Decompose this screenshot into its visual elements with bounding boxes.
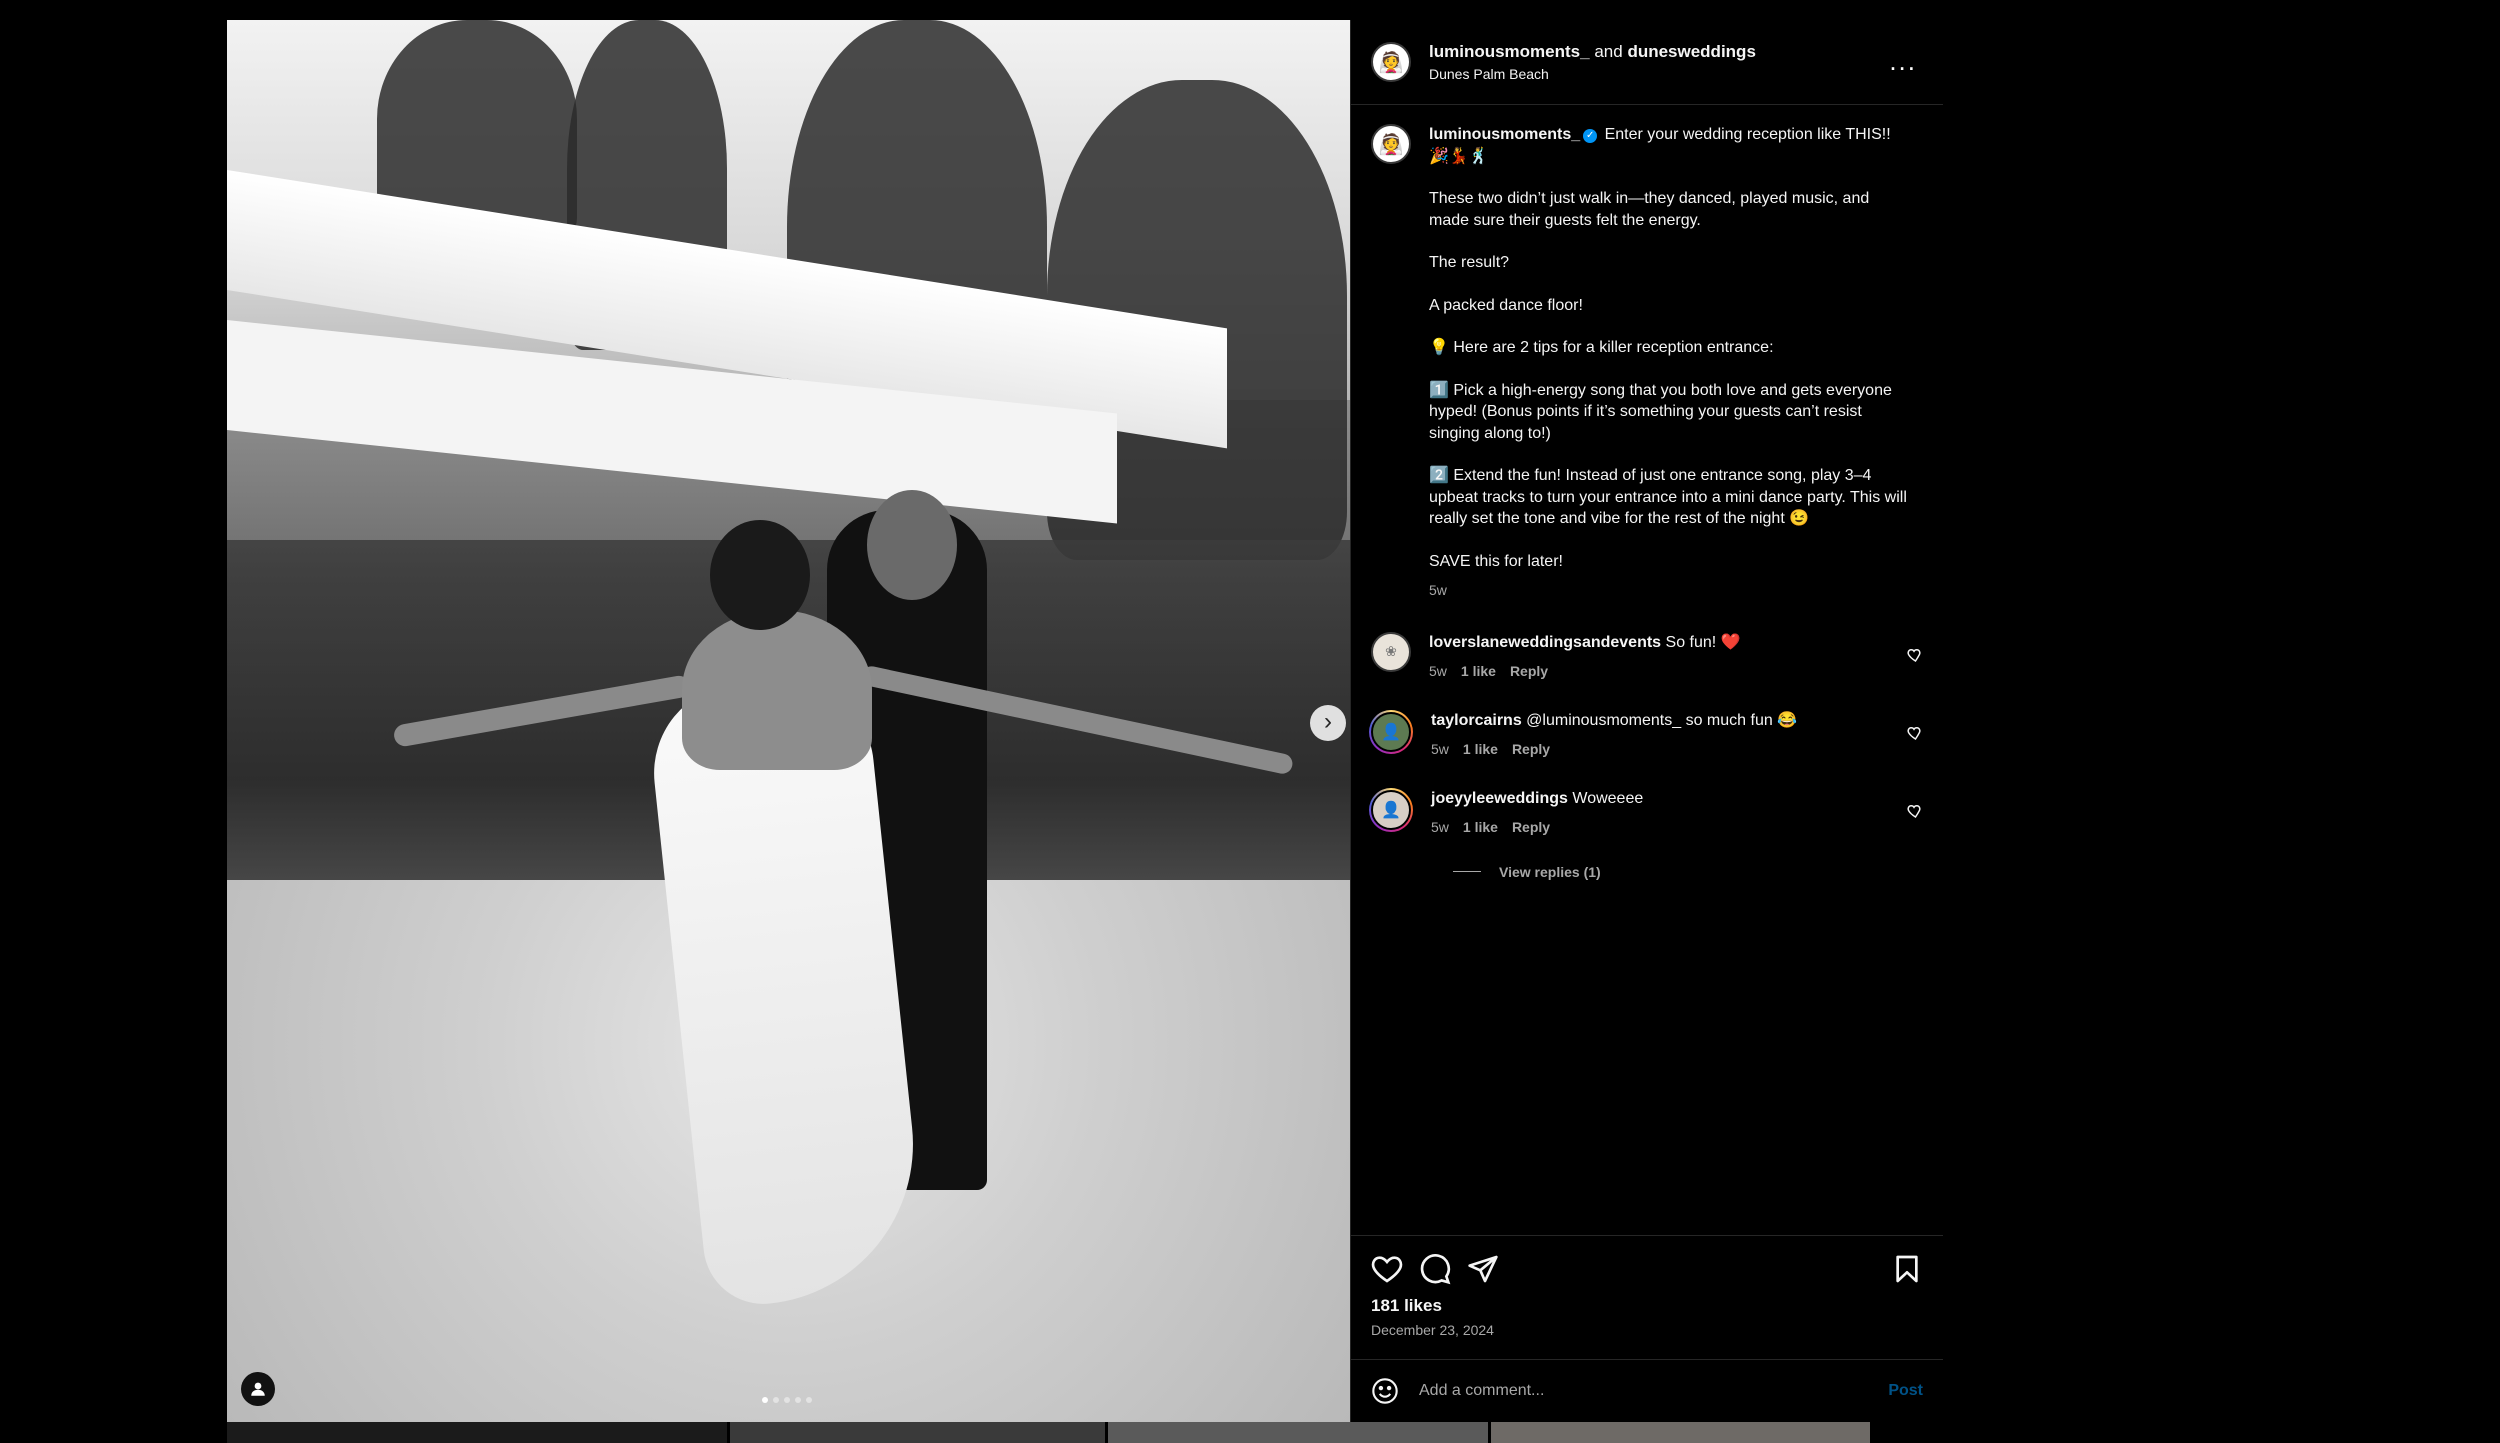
- caption-body: luminousmoments_ ✓ Enter your wedding rec…: [1429, 124, 1909, 602]
- commenter-username[interactable]: taylorcairns: [1431, 712, 1522, 729]
- comment-reply-button[interactable]: Reply: [1510, 661, 1548, 682]
- comment-text: @luminousmoments_ so much fun 😂: [1526, 711, 1798, 729]
- verified-icon: ✓: [1583, 129, 1598, 143]
- caption-author-avatar[interactable]: 👰: [1371, 124, 1411, 164]
- caption-author-username[interactable]: luminousmoments_: [1429, 126, 1580, 143]
- grid-thumbnail[interactable]: [1491, 1422, 1870, 1443]
- caption-paragraph: 💡 Here are 2 tips for a killer reception…: [1429, 339, 1774, 356]
- comment-text: So fun! ❤️: [1665, 633, 1741, 651]
- like-count[interactable]: 181 likes: [1371, 1296, 1923, 1316]
- comment-meta: 5w 1 like Reply: [1431, 739, 1797, 760]
- post-details-panel: 👰 luminousmoments_ and dunesweddings Dun…: [1350, 20, 1943, 1422]
- comment-age[interactable]: 5w: [1431, 739, 1449, 760]
- commenter-username[interactable]: joeyyleeweddings: [1431, 790, 1568, 807]
- carousel-dot: [806, 1397, 812, 1403]
- comment-likes[interactable]: 1 like: [1463, 739, 1498, 760]
- caption-paragraph: The result?: [1429, 254, 1510, 271]
- comment-like-icon[interactable]: [1905, 724, 1923, 742]
- comment-item: ❀ loverslaneweddingsandevents So fun! ❤️…: [1371, 631, 1923, 682]
- carousel-indicator: [762, 1397, 812, 1403]
- header-authors: luminousmoments_ and dunesweddings: [1429, 42, 1756, 62]
- carousel-dot: [773, 1397, 779, 1403]
- comment-body: taylorcairns @luminousmoments_ so much f…: [1431, 710, 1797, 760]
- header-text: luminousmoments_ and dunesweddings Dunes…: [1429, 42, 1756, 82]
- comment-body: loverslaneweddingsandevents So fun! ❤️ 5…: [1429, 632, 1741, 682]
- caption: 👰 luminousmoments_ ✓ Enter your wedding r…: [1371, 124, 1923, 602]
- comments-scroll-area[interactable]: 👰 luminousmoments_ ✓ Enter your wedding r…: [1351, 106, 1943, 1234]
- grid-thumbnail[interactable]: [730, 1422, 1105, 1443]
- comment-likes[interactable]: 1 like: [1461, 661, 1496, 682]
- comment-meta: 5w 1 like Reply: [1431, 817, 1643, 838]
- comment-input[interactable]: [1419, 1382, 1889, 1400]
- comment-age[interactable]: 5w: [1429, 661, 1447, 682]
- add-comment-bar: Post: [1351, 1359, 1943, 1422]
- header-joiner: and: [1594, 42, 1623, 61]
- post-media[interactable]: ›: [227, 20, 1350, 1422]
- bookmark-icon[interactable]: [1891, 1253, 1923, 1285]
- comment-item: 👤 taylorcairns @luminousmoments_ so much…: [1369, 709, 1923, 760]
- caption-paragraph: 1️⃣ Pick a high-energy song that you bot…: [1429, 381, 1892, 442]
- commenter-avatar[interactable]: 👤: [1371, 789, 1411, 830]
- carousel-dot: [784, 1397, 790, 1403]
- caption-paragraph: SAVE this for later!: [1429, 552, 1563, 570]
- carousel-dot: [762, 1397, 768, 1403]
- comment-likes[interactable]: 1 like: [1463, 817, 1498, 838]
- comment-reply-button[interactable]: Reply: [1512, 817, 1550, 838]
- comment-like-icon[interactable]: [1905, 646, 1923, 664]
- commenter-username[interactable]: loverslaneweddingsandevents: [1429, 634, 1661, 651]
- photo-bride-head: [710, 520, 810, 630]
- comment-item: 👤 joeyyleeweddings Woweeee 5w 1 like Rep…: [1369, 787, 1923, 838]
- post-date[interactable]: December 23, 2024: [1371, 1322, 1923, 1338]
- commenter-avatar[interactable]: ❀: [1371, 631, 1411, 672]
- grid-thumbnail[interactable]: [1108, 1422, 1488, 1443]
- share-icon[interactable]: [1467, 1253, 1499, 1285]
- author-username[interactable]: luminousmoments_: [1429, 42, 1590, 61]
- caption-first-line: luminousmoments_ ✓ Enter your wedding rec…: [1429, 124, 1909, 167]
- caption-paragraph: These two didn’t just walk in—they dance…: [1429, 190, 1870, 229]
- tagged-users-button[interactable]: [241, 1372, 275, 1406]
- caption-paragraph: 2️⃣ Extend the fun! Instead of just one …: [1429, 467, 1907, 527]
- comment-body: joeyyleeweddings Woweeee 5w 1 like Reply: [1431, 788, 1643, 838]
- story-ring[interactable]: 👤: [1369, 709, 1413, 754]
- heart-icon[interactable]: [1371, 1253, 1403, 1285]
- emoji-icon[interactable]: [1371, 1377, 1399, 1405]
- user-tag-icon: [251, 1382, 265, 1396]
- post-comment-button[interactable]: Post: [1888, 1382, 1923, 1400]
- more-icon: ...: [1889, 46, 1917, 76]
- post-actions: 181 likes December 23, 2024: [1351, 1235, 1943, 1375]
- more-options-button[interactable]: ...: [1889, 46, 1917, 77]
- comment-age[interactable]: 5w: [1431, 817, 1449, 838]
- commenter-avatar[interactable]: 👤: [1371, 711, 1411, 752]
- chevron-right-icon: ›: [1324, 708, 1332, 735]
- collaborator-username[interactable]: dunesweddings: [1627, 42, 1755, 61]
- comment-like-icon[interactable]: [1905, 802, 1923, 820]
- comment-reply-button[interactable]: Reply: [1512, 739, 1550, 760]
- action-icons: [1371, 1252, 1923, 1286]
- carousel-next-button[interactable]: ›: [1310, 705, 1346, 741]
- photo-bride-back: [682, 610, 872, 770]
- comment-meta: 5w 1 like Reply: [1429, 661, 1741, 682]
- post-location[interactable]: Dunes Palm Beach: [1429, 66, 1756, 82]
- grid-thumbnail[interactable]: [227, 1422, 727, 1443]
- post-header: 👰 luminousmoments_ and dunesweddings Dun…: [1351, 20, 1943, 105]
- carousel-dot: [795, 1397, 801, 1403]
- caption-paragraph: A packed dance floor!: [1429, 296, 1583, 314]
- view-replies-button[interactable]: View replies (1): [1453, 864, 1923, 880]
- comment-icon[interactable]: [1419, 1253, 1451, 1285]
- photo-groom-head: [867, 490, 957, 600]
- story-ring[interactable]: 👤: [1369, 787, 1413, 832]
- comment-text: Woweeee: [1572, 789, 1644, 807]
- author-avatar[interactable]: 👰: [1371, 42, 1411, 82]
- caption-age[interactable]: 5w: [1429, 580, 1909, 602]
